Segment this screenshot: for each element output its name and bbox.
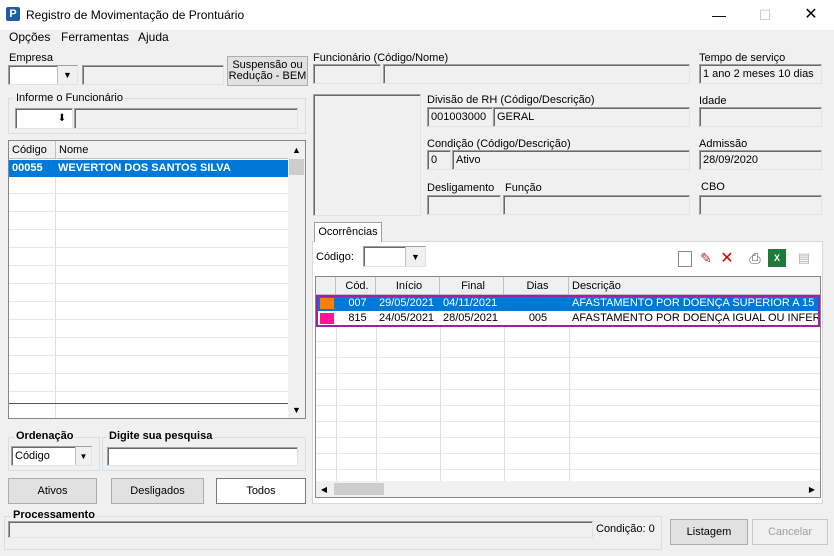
new-document-icon[interactable] xyxy=(678,251,692,267)
informe-label: Informe o Funcionário xyxy=(14,92,125,104)
ocorrencias-grid: Cód. Início Final Dias Descrição 007 29/… xyxy=(315,276,821,498)
ocorrencias-codigo-label: Código: xyxy=(316,251,354,263)
funcao-value xyxy=(503,195,690,215)
admissao-value: 28/09/2020 xyxy=(699,150,822,170)
admissao-label: Admissão xyxy=(699,138,748,150)
empresa-combo[interactable]: ▼ xyxy=(8,65,78,85)
scroll-down-icon[interactable]: ▼ xyxy=(288,401,305,418)
col-inicio[interactable]: Início xyxy=(376,277,440,294)
scroll-right-icon[interactable]: ▶ xyxy=(804,481,820,497)
empresa-name xyxy=(82,65,224,85)
ativos-button[interactable]: Ativos xyxy=(8,478,97,504)
ordenacao-label: Ordenação xyxy=(14,430,76,442)
idade-label: Idade xyxy=(699,95,727,107)
processamento-label: Processamento xyxy=(11,509,97,521)
tab-ocorrencias[interactable]: Ocorrências xyxy=(314,222,382,242)
ordenacao-select[interactable]: Código ▼ xyxy=(11,446,92,466)
informe-combo[interactable]: ⬇ xyxy=(15,108,73,129)
employees-scrollbar[interactable]: ▲ ▼ xyxy=(288,141,305,418)
employees-grid: Código Nome 00055 WEVERTON DOS SANTOS SI… xyxy=(8,140,306,419)
chevron-down-icon[interactable]: ▼ xyxy=(75,447,91,465)
col-descricao[interactable]: Descrição xyxy=(569,277,820,294)
scroll-left-icon[interactable]: ◀ xyxy=(316,481,332,497)
desligamento-label: Desligamento xyxy=(427,182,495,194)
empresa-label: Empresa xyxy=(9,52,54,64)
printer-icon[interactable]: ⎙ xyxy=(746,249,764,267)
ocorrencias-codigo-combo[interactable]: ▼ xyxy=(363,246,426,267)
app-icon: P xyxy=(6,7,20,21)
col-codigo[interactable]: Código xyxy=(9,141,55,158)
delete-icon[interactable]: ✕ xyxy=(718,249,736,267)
menu-opcoes[interactable]: Opções xyxy=(9,30,50,44)
divisao-code: 001003000 xyxy=(427,107,493,127)
chevron-down-icon[interactable]: ▼ xyxy=(57,66,77,84)
scroll-up-icon[interactable]: ▲ xyxy=(288,141,305,158)
employee-photo xyxy=(313,94,421,216)
desligamento-value xyxy=(427,195,501,215)
maximize-button[interactable]: ☐ xyxy=(742,0,788,30)
scroll-thumb[interactable] xyxy=(334,483,384,495)
col-final[interactable]: Final xyxy=(440,277,504,294)
close-button[interactable]: ✕ xyxy=(788,0,834,30)
divisao-desc: GERAL xyxy=(493,107,690,127)
idade-value xyxy=(699,107,822,127)
listagem-button[interactable]: Listagem xyxy=(670,519,748,545)
suspensao-button[interactable]: Suspensão ou Redução - BEM xyxy=(227,56,308,86)
employee-name: WEVERTON DOS SANTOS SILVA xyxy=(58,162,231,174)
condicao-label: Condição (Código/Descrição) xyxy=(427,138,571,150)
funcionario-code xyxy=(313,64,381,84)
ordenacao-value: Código xyxy=(15,450,50,462)
menu-ferramentas[interactable]: Ferramentas xyxy=(61,30,129,44)
informe-name xyxy=(74,108,298,129)
minimize-button[interactable]: — xyxy=(696,0,742,30)
todos-button[interactable]: Todos xyxy=(216,478,306,504)
condicao-code: 0 xyxy=(427,150,451,170)
tempo-servico-label: Tempo de serviço xyxy=(699,52,786,64)
report-icon[interactable]: ▤ xyxy=(796,249,812,267)
menu-bar: Opções Ferramentas Ajuda xyxy=(0,30,834,46)
progress-bar xyxy=(8,521,593,538)
col-nome[interactable]: Nome xyxy=(55,141,288,158)
employees-header: Código Nome xyxy=(9,141,288,159)
suspensao-line2: Redução - BEM xyxy=(228,70,307,82)
cbo-label: CBO xyxy=(701,181,725,193)
employee-code: 00055 xyxy=(12,162,43,174)
search-label: Digite sua pesquisa xyxy=(107,430,215,442)
excel-export-icon[interactable]: X xyxy=(768,249,786,267)
funcionario-name xyxy=(383,64,690,84)
download-arrow-icon[interactable]: ⬇ xyxy=(53,110,71,127)
menu-ajuda[interactable]: Ajuda xyxy=(138,30,169,44)
highlight-box xyxy=(316,295,820,327)
status-condicao: Condição: 0 xyxy=(596,523,655,535)
cancelar-button[interactable]: Cancelar xyxy=(752,519,828,545)
ocorrencias-hscrollbar[interactable]: ◀ ▶ xyxy=(316,481,820,497)
title-bar: P Registro de Movimentação de Prontuário… xyxy=(0,0,834,30)
tempo-servico-value: 1 ano 2 meses 10 dias xyxy=(699,64,822,84)
window-title: Registro de Movimentação de Prontuário xyxy=(26,8,245,22)
funcionario-label: Funcionário (Código/Nome) xyxy=(313,52,449,64)
edit-pencil-icon[interactable]: ✎ xyxy=(697,249,715,267)
condicao-desc: Ativo xyxy=(452,150,690,170)
col-dias[interactable]: Dias xyxy=(504,277,569,294)
search-input[interactable] xyxy=(107,447,298,466)
col-cod[interactable]: Cód. xyxy=(336,277,376,294)
funcao-label: Função xyxy=(505,182,542,194)
divisao-label: Divisão de RH (Código/Descrição) xyxy=(427,94,595,106)
chevron-down-icon[interactable]: ▼ xyxy=(405,247,425,266)
cbo-value xyxy=(699,195,822,215)
ocorrencias-header: Cód. Início Final Dias Descrição xyxy=(316,277,820,295)
scroll-thumb[interactable] xyxy=(289,159,304,175)
desligados-button[interactable]: Desligados xyxy=(111,478,204,504)
table-row[interactable]: 00055 WEVERTON DOS SANTOS SILVA xyxy=(9,160,289,177)
